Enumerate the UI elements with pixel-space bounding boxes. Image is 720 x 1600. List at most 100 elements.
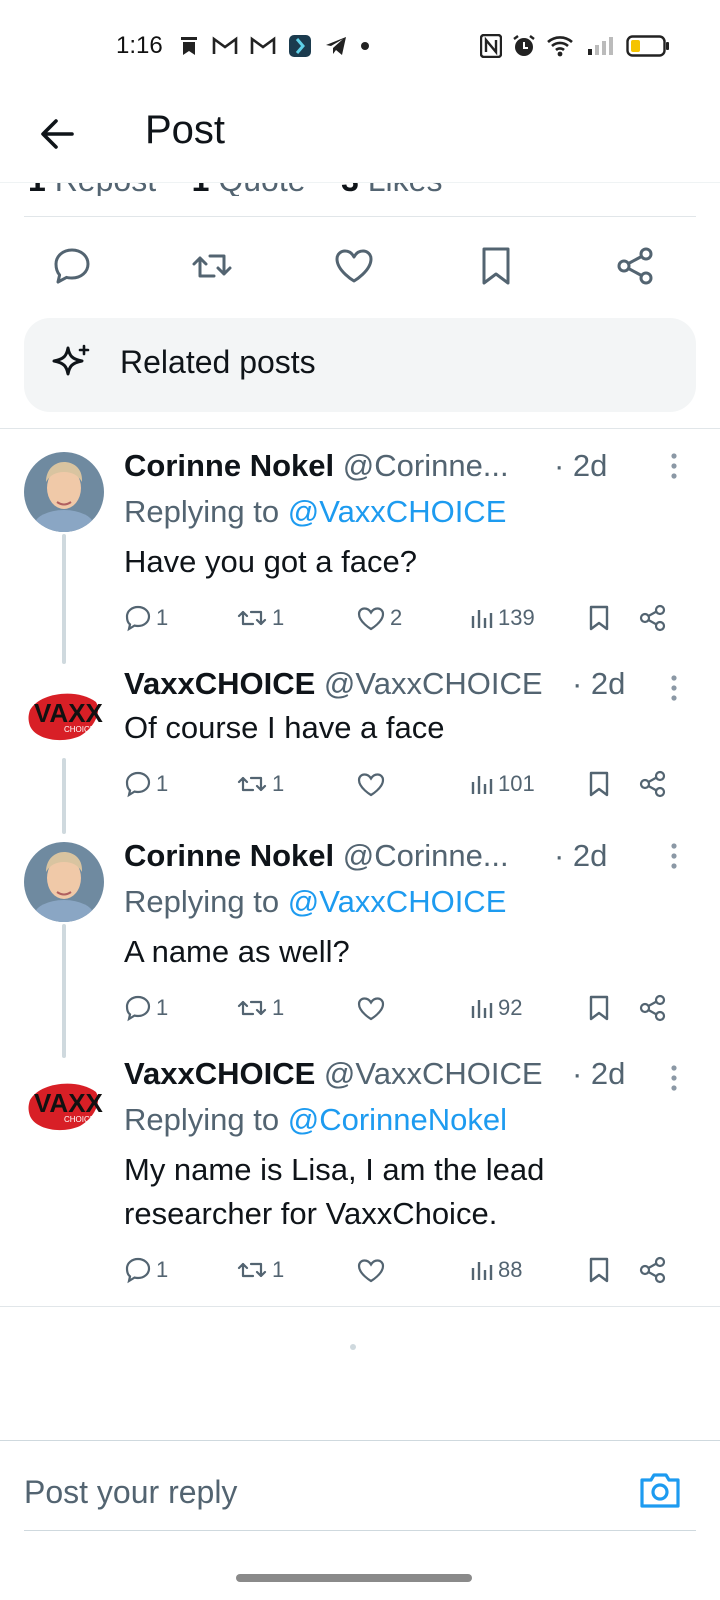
- repost-count: 1: [272, 771, 285, 796]
- reply-post[interactable]: VAXX CHOICE VaxxCHOICE @VaxxCHOICE · 2d O…: [0, 666, 720, 834]
- divider: [0, 1306, 720, 1307]
- arrow-left-icon: [41, 119, 74, 149]
- post-metrics: 1 1 88: [124, 1250, 684, 1290]
- reply-post[interactable]: Corinne Nokel @Corinne... · 2d Replying …: [0, 838, 720, 1058]
- author-handle[interactable]: @Corinne...: [343, 838, 509, 873]
- share-button[interactable]: [638, 764, 668, 804]
- reply-count-button[interactable]: 1: [124, 988, 168, 1028]
- more-options-icon[interactable]: [668, 452, 680, 480]
- bookmark-button[interactable]: [586, 988, 612, 1028]
- bookmark-icon: [589, 995, 609, 1021]
- reply-count: 1: [156, 995, 169, 1020]
- like-count: 2: [390, 605, 403, 630]
- bookmark-button[interactable]: [586, 764, 612, 804]
- related-posts-button[interactable]: Related posts: [24, 318, 696, 412]
- like-count-button[interactable]: [356, 988, 390, 1028]
- repost-count: 1: [272, 605, 285, 630]
- like-count-button[interactable]: 2: [356, 598, 402, 638]
- repost-count-button[interactable]: 1: [236, 764, 284, 804]
- reply-input[interactable]: [24, 1466, 584, 1518]
- more-options-icon[interactable]: [668, 842, 680, 870]
- views-chart-icon: [471, 1000, 493, 1018]
- share-icon: [639, 604, 666, 632]
- mention-link[interactable]: @VaxxCHOICE: [288, 494, 507, 529]
- bookmark-icon: [589, 771, 609, 797]
- repost-count-button[interactable]: 1: [236, 598, 284, 638]
- author-line[interactable]: Corinne Nokel @Corinne...: [124, 448, 509, 484]
- back-button[interactable]: [36, 112, 80, 156]
- author-line[interactable]: Corinne Nokel @Corinne...: [124, 838, 509, 874]
- views-button[interactable]: 88: [470, 1250, 522, 1290]
- post-time: · 2d: [554, 448, 608, 483]
- bookmark-button[interactable]: [586, 1250, 612, 1290]
- repost-button[interactable]: [190, 244, 234, 288]
- post-text: Of course I have a face: [124, 710, 445, 745]
- svg-text:CHOICE: CHOICE: [64, 725, 95, 734]
- author-handle[interactable]: @Corinne...: [343, 448, 509, 483]
- composer-divider: [0, 1440, 720, 1441]
- repost-icon: [237, 1262, 267, 1278]
- post-metrics: 1 1 101: [124, 764, 684, 804]
- heart-icon: [357, 1259, 385, 1283]
- repost-icon: [237, 1000, 267, 1016]
- replying-to: Replying to @VaxxCHOICE: [124, 494, 506, 530]
- thread-line: [62, 758, 66, 834]
- repost-count-button[interactable]: 1: [236, 1250, 284, 1290]
- svg-text:VAXX: VAXX: [34, 1088, 104, 1118]
- post-text: A name as well?: [124, 934, 350, 969]
- repost-count-button[interactable]: 1: [236, 988, 284, 1028]
- author-line[interactable]: VaxxCHOICE @VaxxCHOICE: [124, 666, 543, 702]
- author-name[interactable]: VaxxCHOICE: [124, 666, 315, 701]
- replying-to: Replying to @VaxxCHOICE: [124, 884, 506, 920]
- mention-link[interactable]: @VaxxCHOICE: [288, 884, 507, 919]
- svg-text:CHOICE: CHOICE: [64, 1115, 95, 1124]
- repost-icon: [237, 610, 267, 626]
- replying-to-label: Replying to: [124, 494, 280, 529]
- like-count-button[interactable]: [356, 1250, 390, 1290]
- bookmark-button[interactable]: [474, 244, 518, 288]
- notification-icons: [178, 34, 370, 58]
- like-count-button[interactable]: [356, 764, 390, 804]
- home-indicator[interactable]: [236, 1574, 472, 1582]
- mention-link[interactable]: @CorinneNokel: [288, 1102, 507, 1137]
- views-button[interactable]: 139: [470, 598, 535, 638]
- avatar[interactable]: [24, 842, 104, 922]
- reply-count-button[interactable]: 1: [124, 598, 168, 638]
- share-button[interactable]: [638, 1250, 668, 1290]
- avatar[interactable]: [24, 452, 104, 532]
- share-button[interactable]: [638, 988, 668, 1028]
- bookmark-icon: [589, 1257, 609, 1283]
- share-button[interactable]: [614, 244, 658, 288]
- author-name[interactable]: Corinne Nokel: [124, 838, 334, 873]
- gmail-icon: [212, 36, 238, 54]
- views-chart-icon: [471, 776, 493, 794]
- author-name[interactable]: Corinne Nokel: [124, 448, 334, 483]
- reply-count-button[interactable]: 1: [124, 1250, 168, 1290]
- author-name[interactable]: VaxxCHOICE: [124, 1056, 315, 1091]
- reply-count-button[interactable]: 1: [124, 764, 168, 804]
- profile-photo: [24, 452, 104, 532]
- author-handle[interactable]: @VaxxCHOICE: [324, 1056, 543, 1091]
- share-icon: [617, 247, 653, 285]
- share-button[interactable]: [638, 598, 668, 638]
- gmail-icon: [250, 36, 276, 54]
- views-button[interactable]: 101: [470, 764, 535, 804]
- more-options-icon[interactable]: [668, 1064, 680, 1092]
- sparkle-icon: [52, 344, 90, 376]
- view-count: 101: [498, 771, 535, 796]
- avatar[interactable]: VAXX CHOICE: [24, 1066, 104, 1146]
- status-time: 1:16: [116, 32, 163, 59]
- avatar[interactable]: VAXX CHOICE: [24, 676, 104, 756]
- reply-post[interactable]: Corinne Nokel @Corinne... · 2d Replying …: [0, 448, 720, 664]
- camera-button[interactable]: [638, 1470, 682, 1510]
- author-line[interactable]: VaxxCHOICE @VaxxCHOICE: [124, 1056, 543, 1092]
- views-button[interactable]: 92: [470, 988, 522, 1028]
- bookmark-button[interactable]: [586, 598, 612, 638]
- like-button[interactable]: [332, 244, 376, 288]
- author-handle[interactable]: @VaxxCHOICE: [324, 666, 543, 701]
- reply-post[interactable]: VAXX CHOICE VaxxCHOICE @VaxxCHOICE · 2d R…: [0, 1056, 720, 1300]
- more-options-icon[interactable]: [668, 674, 680, 702]
- thread-line: [62, 924, 66, 1058]
- heart-icon: [357, 997, 385, 1021]
- reply-button[interactable]: [50, 244, 94, 288]
